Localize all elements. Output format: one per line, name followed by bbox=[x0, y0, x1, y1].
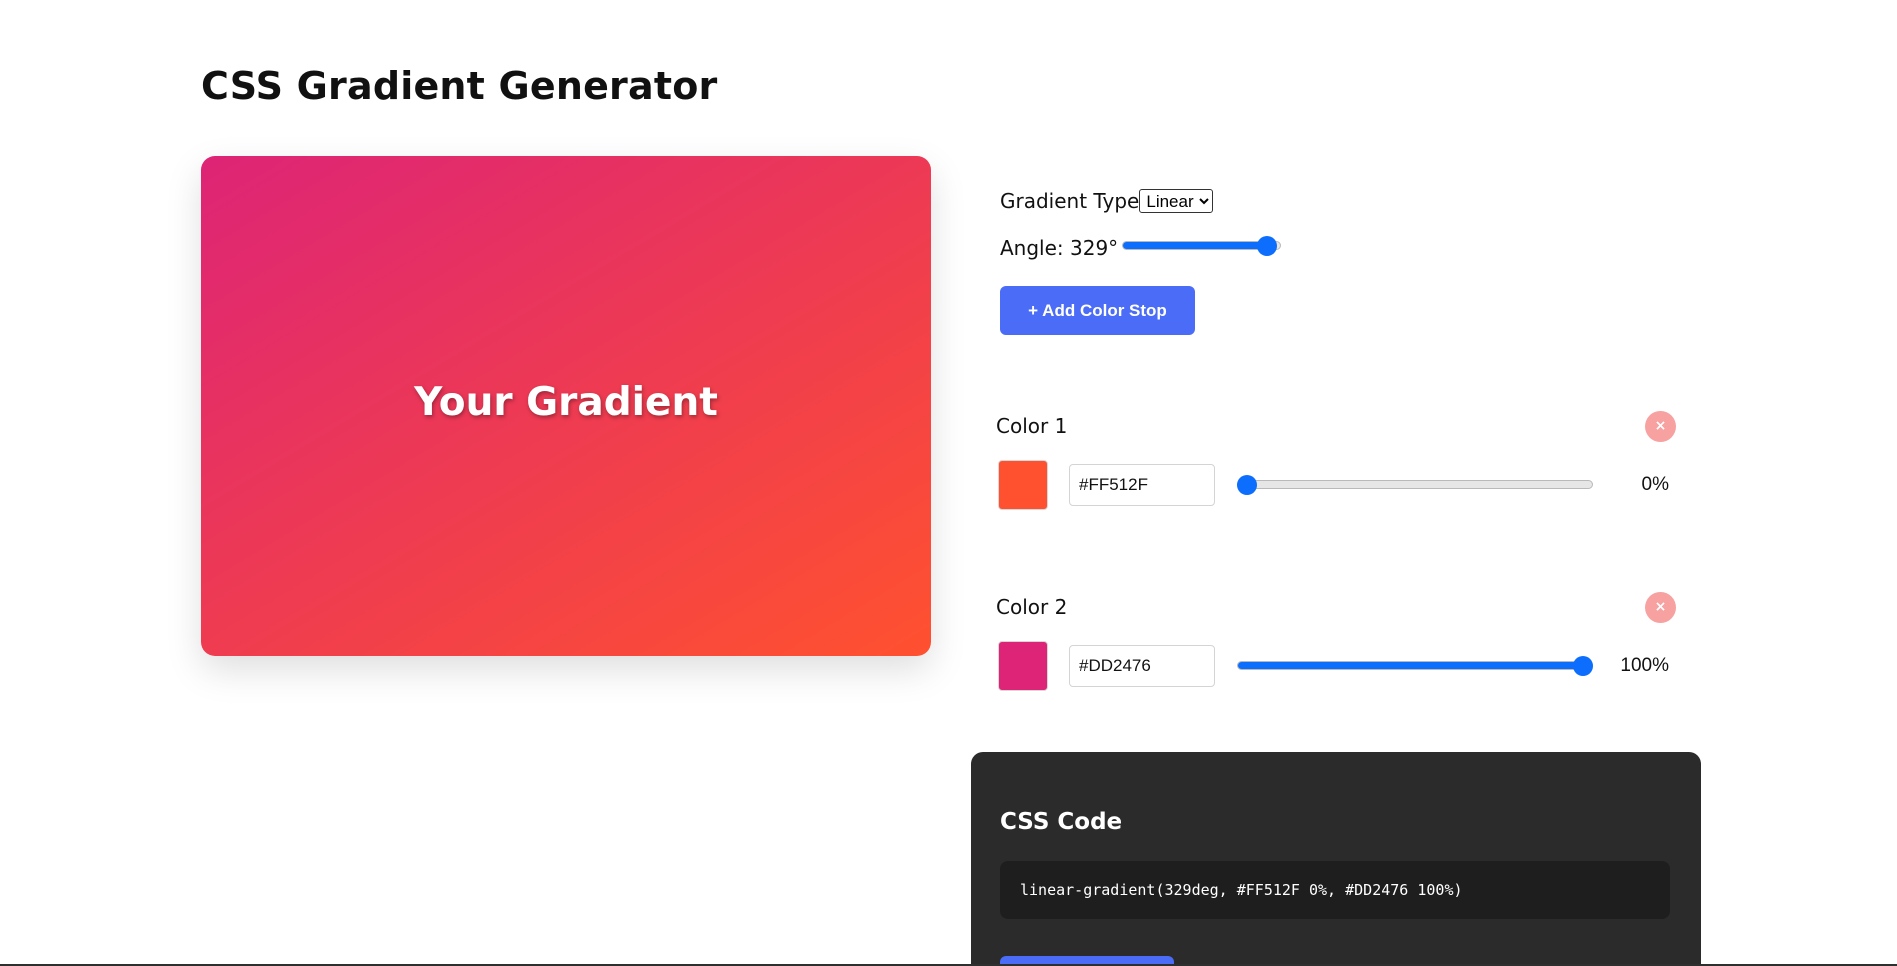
gradient-type-select[interactable]: Linear bbox=[1139, 189, 1214, 213]
stop-slider-thumb[interactable] bbox=[1573, 656, 1593, 676]
stop-position-value: 0% bbox=[1641, 474, 1669, 495]
color-swatch[interactable] bbox=[998, 460, 1048, 510]
stop-slider-track bbox=[1237, 661, 1593, 670]
color-stop-label: Color 1 bbox=[996, 414, 1068, 438]
page: CSS Gradient Generator Your Gradient Gra… bbox=[0, 0, 1897, 966]
gradient-type-label: Gradient Type bbox=[1000, 189, 1140, 213]
color-stop-label: Color 2 bbox=[996, 595, 1068, 619]
remove-stop-button[interactable]: × bbox=[1645, 591, 1676, 623]
color-stop-row: 100% bbox=[996, 641, 1676, 691]
css-code-output[interactable]: linear-gradient(329deg, #FF512F 0%, #DD2… bbox=[1000, 861, 1670, 919]
color-stop: Color 2 × 100% bbox=[996, 591, 1676, 691]
stop-position-value: 100% bbox=[1620, 655, 1669, 676]
angle-slider-fill bbox=[1123, 242, 1267, 249]
color-stop-header: Color 1 × bbox=[996, 410, 1676, 442]
page-title: CSS Gradient Generator bbox=[201, 64, 718, 108]
gradient-type-row: Gradient Type Linear bbox=[1000, 186, 1520, 216]
angle-row: Angle: 329° bbox=[1000, 234, 1520, 262]
gradient-controls: Gradient Type Linear Angle: 329° + Add C… bbox=[1000, 186, 1520, 335]
css-code-title: CSS Code bbox=[1000, 809, 1123, 835]
remove-stop-button[interactable]: × bbox=[1645, 410, 1676, 442]
gradient-preview: Your Gradient bbox=[201, 156, 931, 656]
color-stop-row: 0% bbox=[996, 460, 1676, 510]
color-stop-header: Color 2 × bbox=[996, 591, 1676, 623]
angle-slider[interactable] bbox=[1122, 235, 1282, 257]
stop-position-slider[interactable] bbox=[1237, 655, 1593, 677]
preview-label: Your Gradient bbox=[414, 379, 718, 425]
hex-color-input[interactable] bbox=[1069, 645, 1215, 687]
stop-slider-thumb[interactable] bbox=[1237, 475, 1257, 495]
stop-position-slider[interactable] bbox=[1237, 474, 1593, 496]
css-code-panel: CSS Code linear-gradient(329deg, #FF512F… bbox=[971, 752, 1701, 966]
stop-slider-track bbox=[1237, 480, 1593, 489]
add-color-stop-button[interactable]: + Add Color Stop bbox=[1000, 286, 1195, 335]
stop-slider-fill bbox=[1238, 662, 1582, 669]
hex-color-input[interactable] bbox=[1069, 464, 1215, 506]
angle-slider-thumb[interactable] bbox=[1257, 236, 1278, 256]
angle-label: Angle: 329° bbox=[1000, 236, 1119, 260]
color-swatch[interactable] bbox=[998, 641, 1048, 691]
color-stop: Color 1 × 0% bbox=[996, 410, 1676, 510]
